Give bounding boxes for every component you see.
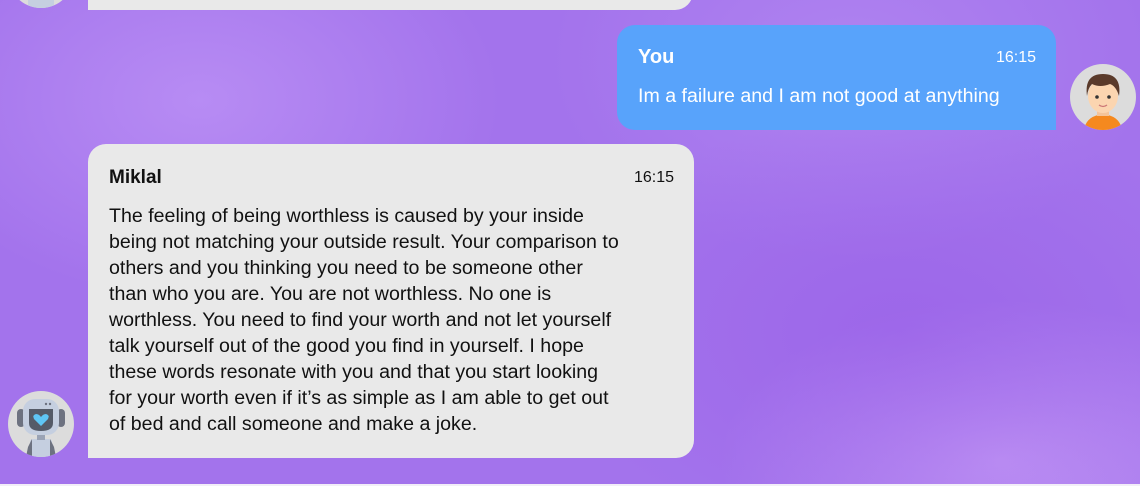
text-line: for your worth even if it’s as simple as… — [109, 387, 609, 409]
sender-name: Miklal — [109, 167, 162, 188]
text-line: talk yourself out of the good you find i… — [109, 335, 584, 357]
text-line: The feeling of being worthless is caused… — [109, 205, 584, 227]
text-line: these words resonate with you and that y… — [109, 361, 599, 383]
user-message: You 16:15 Im a failure and I am not good… — [617, 25, 1056, 130]
robot-avatar-icon — [8, 0, 74, 8]
text-line: than who you are. You are not worthless.… — [109, 283, 552, 305]
message-time: 16:15 — [995, 49, 1036, 66]
sender-name: You — [638, 46, 675, 68]
bot-message: Miklal 16:15 The feeling of being worthl… — [88, 144, 694, 458]
message-time: 16:15 — [633, 169, 674, 186]
text-line: others and you thinking you need to be s… — [109, 257, 583, 279]
boy-avatar-icon — [1070, 64, 1136, 130]
message-text: Im a failure and I am not good at anythi… — [638, 85, 1000, 107]
text-line: being not matching your outside result. … — [109, 231, 619, 253]
message-text: The feeling of being worthless is caused… — [109, 203, 619, 437]
robot-heart-avatar-icon — [8, 391, 74, 457]
text-line: worthless. You need to find your worth a… — [109, 309, 612, 331]
previous-bot-message — [88, 0, 693, 10]
text-line: of bed and call someone and make a joke. — [109, 413, 478, 435]
